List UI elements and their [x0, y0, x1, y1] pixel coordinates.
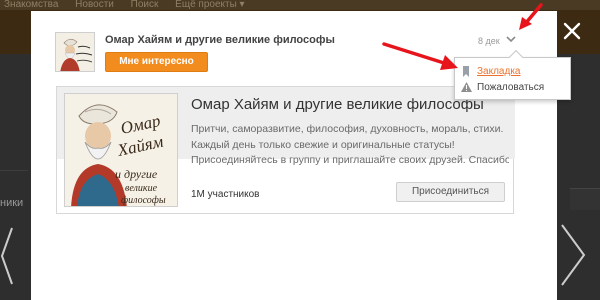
warning-icon	[461, 82, 472, 92]
post-modal: Омар Хайям и другие великие философы Мне…	[31, 11, 557, 300]
bookmark-icon	[463, 66, 469, 77]
post-title[interactable]: Омар Хайям и другие великие философы	[105, 34, 335, 46]
group-description-line: Притчи, саморазвитие, философия, духовно…	[191, 123, 504, 135]
post-options-dropdown: Закладка Пожаловаться	[454, 49, 571, 100]
nav-item-more-projects: Ещё проекты ▾	[175, 0, 245, 10]
annotation-arrow-icon	[519, 3, 543, 30]
post-footer-area	[55, 233, 515, 293]
chevron-down-icon	[506, 36, 516, 43]
logo-text-line3: и другие	[115, 167, 158, 181]
background-right-panel	[570, 188, 600, 210]
page-nav-bar: Знакомства Новости Поиск Ещё проекты ▾	[0, 0, 600, 10]
menu-item-report[interactable]: Пожаловаться	[461, 80, 565, 95]
previous-button[interactable]	[0, 226, 14, 286]
background-left-text: ники	[0, 170, 28, 230]
group-logo-image: Омар Хайям и другие великие философы	[65, 94, 177, 206]
annotation-arrow-icon	[382, 42, 458, 70]
close-icon	[563, 22, 581, 40]
logo-text-line5: философы	[121, 195, 166, 206]
chevron-right-icon	[561, 224, 586, 286]
interest-button[interactable]: Мне интересно	[105, 52, 208, 72]
group-members-count[interactable]: 1М участников	[191, 189, 260, 200]
next-button[interactable]	[558, 222, 588, 288]
group-description-line: Присоединяйтесь в группу и приглашайте с…	[191, 154, 509, 166]
nav-item-dating: Знакомства	[4, 0, 59, 10]
nav-item-news: Новости	[75, 0, 114, 10]
group-logo[interactable]: Омар Хайям и другие великие философы	[64, 93, 178, 207]
post-menu-button[interactable]	[504, 32, 518, 46]
chevron-left-icon	[0, 227, 13, 285]
logo-text-line4: великие	[125, 183, 158, 194]
background-left-label: ники	[0, 197, 24, 209]
menu-item-label: Пожаловаться	[477, 82, 545, 93]
group-description-line: Каждый день только свежие и оригинальные…	[191, 138, 455, 151]
group-description: Притчи, саморазвитие, философия, духовно…	[191, 122, 509, 172]
join-group-button[interactable]: Присоединиться	[396, 182, 505, 202]
group-avatar[interactable]	[55, 32, 95, 72]
nav-item-search: Поиск	[130, 0, 159, 10]
post-date: 8 дек	[478, 36, 500, 46]
group-avatar-image	[56, 33, 94, 71]
close-button[interactable]	[561, 20, 583, 42]
menu-item-bookmark[interactable]: Закладка	[461, 64, 565, 79]
group-card: Омар Хайям и другие великие философы Ома…	[56, 86, 515, 214]
group-title[interactable]: Омар Хайям и другие великие философы	[191, 96, 484, 113]
menu-item-label: Закладка	[477, 66, 521, 77]
